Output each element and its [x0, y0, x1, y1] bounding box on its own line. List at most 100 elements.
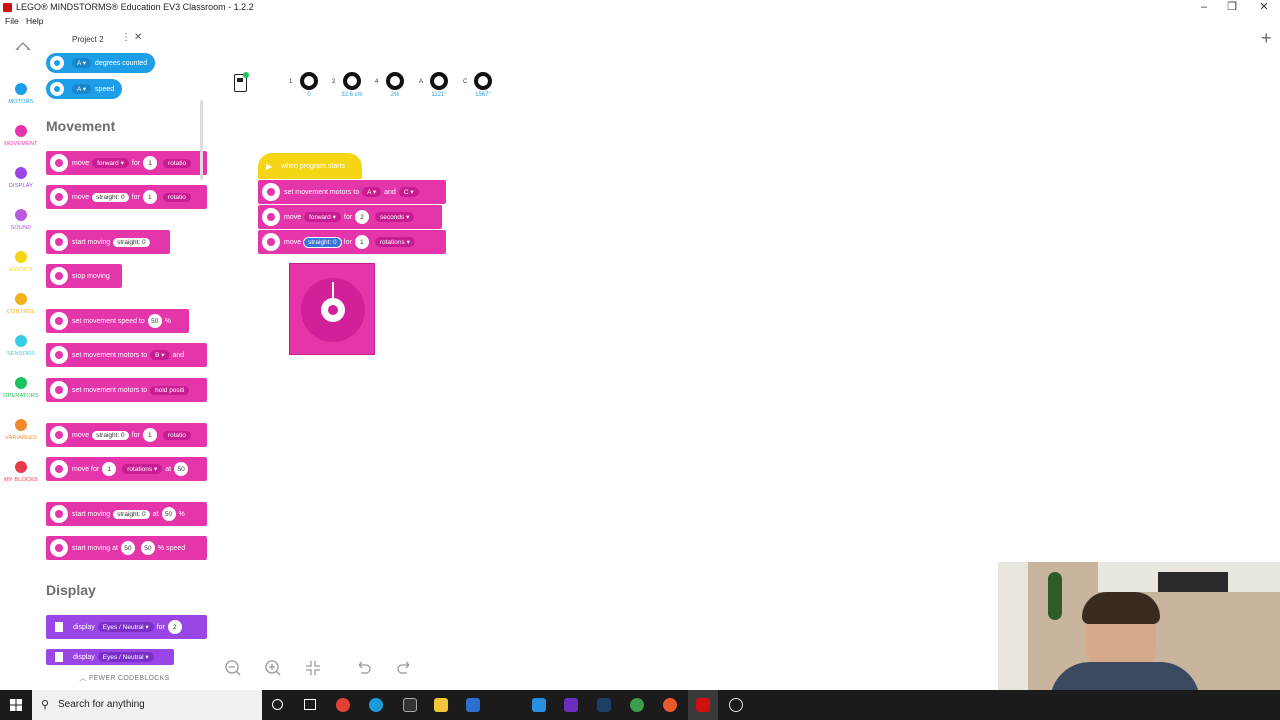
menu-file[interactable]: File — [5, 16, 19, 26]
palette-set-speed-block[interactable]: set movement speed to 50 % — [46, 309, 189, 333]
mail-icon[interactable] — [532, 698, 546, 712]
taskbar-search[interactable]: ⚲ Search for anything — [32, 690, 262, 720]
music-icon[interactable] — [663, 698, 677, 712]
nav-sound[interactable]: SOUND — [0, 209, 42, 231]
port-dropdown[interactable]: A ▾ — [72, 58, 92, 68]
steering-needle[interactable] — [332, 282, 334, 300]
zoom-in-icon[interactable] — [264, 659, 282, 677]
right-speed-input[interactable]: 50 — [140, 541, 155, 555]
edge-icon[interactable] — [369, 698, 383, 712]
chrome-icon[interactable] — [336, 698, 350, 712]
duration-input[interactable]: 2 — [355, 210, 370, 224]
store-icon[interactable] — [466, 698, 480, 712]
port-device-icon[interactable] — [474, 72, 492, 90]
steering-input[interactable]: straight: 0 — [113, 237, 150, 247]
palette-scrollbar[interactable] — [200, 100, 203, 180]
unit-dropdown[interactable]: seconds ▾ — [375, 212, 415, 222]
set-movement-motors-block[interactable]: set movement motors to A ▾ and C ▾ — [258, 180, 446, 204]
speed-input[interactable]: 50 — [161, 507, 176, 521]
palette-display-block[interactable]: display Eyes / Neutral ▾ — [46, 649, 174, 665]
steering-dial[interactable] — [301, 278, 365, 342]
windows-start-icon[interactable] — [10, 699, 22, 711]
unit-dropdown[interactable]: rotatio — [162, 430, 191, 440]
palette-set-motors-block[interactable]: set movement motors to B ▾ and — [46, 343, 207, 367]
right-port-dropdown[interactable]: C ▾ — [398, 187, 419, 197]
steering-input[interactable]: straight: 0 — [92, 192, 129, 202]
port-device-icon[interactable] — [386, 72, 404, 90]
port-dropdown[interactable]: B ▾ — [150, 350, 170, 360]
steering-input[interactable]: straight: 0 — [92, 430, 129, 440]
stop-mode-dropdown[interactable]: hold positi — [150, 385, 190, 395]
nav-variables[interactable]: VARIABLES — [0, 419, 42, 441]
port-device-icon[interactable] — [343, 72, 361, 90]
port-device-icon[interactable] — [300, 72, 318, 90]
tab-close-icon[interactable]: ✕ — [134, 32, 142, 43]
number-input[interactable]: 1 — [142, 190, 157, 204]
steering-input[interactable]: straight: 0 — [113, 509, 150, 519]
number-input[interactable]: 50 — [147, 314, 162, 328]
epic-games-icon[interactable] — [403, 698, 417, 712]
nav-my-blocks[interactable]: MY BLOCKS — [0, 461, 42, 483]
port-device-icon[interactable] — [430, 72, 448, 90]
move-straight-block[interactable]: move straight: 0 for 1 rotations ▾ — [258, 230, 446, 254]
nav-control[interactable]: CONTROL — [0, 293, 42, 315]
left-port-dropdown[interactable]: A ▾ — [362, 187, 382, 197]
clock-app-icon[interactable] — [729, 698, 743, 712]
palette-start-moving-at-block[interactable]: start moving straight: 0 at 50 % — [46, 502, 207, 526]
palette-start-moving-speed-block[interactable]: start moving at 50 50 % speed — [46, 536, 207, 560]
when-program-starts-block[interactable]: ▶ when program starts — [258, 153, 362, 179]
cortana-icon[interactable] — [272, 699, 283, 710]
nav-sensors[interactable]: SENSORS — [0, 335, 42, 357]
palette-move-straight-block[interactable]: move straight: 0 for 1 rotatio — [46, 185, 207, 209]
nav-motors[interactable]: MOTORS — [0, 83, 42, 105]
port-dropdown[interactable]: A ▾ — [72, 84, 92, 94]
nav-events[interactable]: EVENTS — [0, 251, 42, 273]
task-view-icon[interactable] — [304, 699, 316, 710]
palette-speed-block[interactable]: A ▾ speed — [46, 79, 123, 99]
speed-input[interactable]: 50 — [174, 462, 189, 476]
palette-degrees-counted-block[interactable]: A ▾ degrees counted — [46, 53, 156, 73]
palette-move-for-block[interactable]: move for 1 rotations ▾ at 50 — [46, 457, 207, 481]
unit-dropdown[interactable]: rotatio — [162, 192, 191, 202]
steam-icon[interactable] — [597, 698, 611, 712]
menu-help[interactable]: Help — [26, 16, 43, 26]
palette-move-straight-block-2[interactable]: move straight: 0 for 1 rotatio — [46, 423, 207, 447]
number-input[interactable]: 1 — [142, 428, 157, 442]
ev3-classroom-icon[interactable] — [696, 698, 710, 712]
direction-dropdown[interactable]: forward ▾ — [92, 158, 129, 168]
fewer-codeblocks-button[interactable]: ︿ FEWER CODEBLOCKS — [42, 670, 207, 688]
unit-dropdown[interactable]: rotatio — [163, 158, 192, 168]
add-tab-icon[interactable]: + — [1261, 28, 1272, 49]
move-forward-block[interactable]: move forward ▾ for 2 seconds ▾ — [258, 205, 442, 229]
undo-icon[interactable] — [355, 659, 373, 677]
unit-dropdown[interactable]: rotations ▾ — [374, 237, 415, 247]
number-input[interactable]: 1 — [143, 156, 158, 170]
nav-display[interactable]: DISPLAY — [0, 167, 42, 189]
nav-operators[interactable]: OPERATORS — [0, 377, 42, 399]
file-explorer-icon[interactable] — [434, 698, 448, 712]
steering-dial-popup[interactable] — [289, 263, 375, 355]
number-input[interactable]: 2 — [167, 620, 182, 634]
unit-dropdown[interactable]: rotations ▾ — [122, 464, 163, 474]
visual-studio-icon[interactable] — [564, 698, 578, 712]
tab-more-icon[interactable]: ⋮ — [121, 32, 131, 43]
palette-stop-moving-block[interactable]: stop moving — [46, 264, 122, 288]
palette-move-forward-block[interactable]: move forward ▾ for 1 rotatio — [46, 151, 207, 175]
redo-icon[interactable] — [395, 659, 413, 677]
zoom-out-icon[interactable] — [224, 659, 242, 677]
maximize-button[interactable]: ❐ — [1216, 0, 1248, 16]
number-input[interactable]: 1 — [102, 462, 117, 476]
android-icon[interactable] — [630, 698, 644, 712]
nav-movement[interactable]: MOVEMENT — [0, 125, 42, 147]
direction-dropdown[interactable]: forward ▾ — [304, 212, 341, 222]
image-dropdown[interactable]: Eyes / Neutral ▾ — [97, 622, 154, 632]
zoom-reset-icon[interactable] — [304, 659, 322, 677]
close-window-button[interactable]: ✕ — [1248, 0, 1280, 16]
palette-display-for-block[interactable]: display Eyes / Neutral ▾ for 2 — [46, 615, 207, 639]
image-dropdown[interactable]: Eyes / Neutral ▾ — [97, 652, 154, 662]
left-speed-input[interactable]: 50 — [120, 541, 135, 555]
palette-start-moving-block[interactable]: start moving straight: 0 — [46, 230, 170, 254]
palette-set-motors-hold-block[interactable]: set movement motors to hold positi — [46, 378, 207, 402]
rotations-input[interactable]: 1 — [354, 235, 369, 249]
steering-input[interactable]: straight: 0 — [303, 236, 342, 248]
